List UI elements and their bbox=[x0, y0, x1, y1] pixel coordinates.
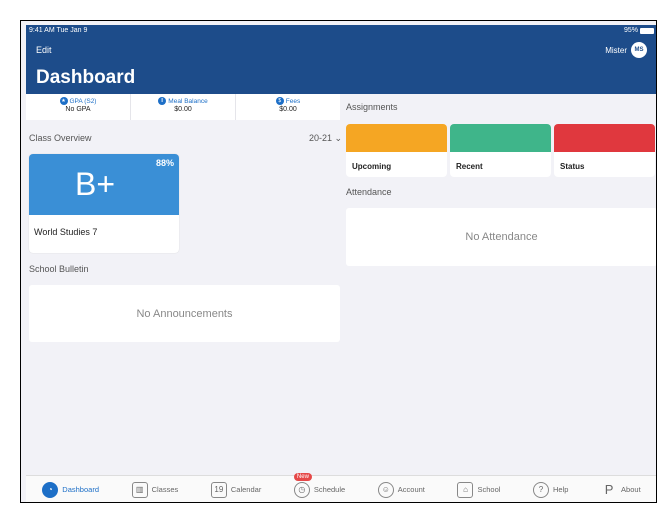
tab-dashboard[interactable]: ◔ Dashboard bbox=[42, 481, 99, 498]
tab-about[interactable]: P About bbox=[601, 482, 641, 498]
tab-label: Calendar bbox=[230, 485, 262, 494]
tab-label: Schedule bbox=[313, 485, 346, 494]
class-percent: 88% bbox=[155, 158, 174, 168]
tab-schedule[interactable]: New ◷ Schedule bbox=[293, 472, 346, 498]
class-name: World Studies 7 bbox=[34, 227, 98, 237]
status-time: 9:41 AM Tue Jan 9 bbox=[29, 27, 88, 34]
tab-label: Classes bbox=[151, 485, 179, 494]
account-icon: ☺ bbox=[377, 481, 394, 498]
stat-label: Meal Balance bbox=[168, 97, 208, 105]
assignment-card-recent[interactable]: Recent bbox=[450, 124, 551, 177]
assignments-row: Upcoming Recent Status bbox=[346, 124, 655, 177]
stats-bar: ★ GPA (S2) No GPA ‖ Meal Balance $0.00 $ Fe… bbox=[26, 94, 340, 120]
schedule-icon: ◷ bbox=[293, 481, 310, 498]
alert-icon bbox=[554, 124, 655, 152]
stat-meal-balance[interactable]: ‖ Meal Balance $0.00 bbox=[131, 94, 236, 120]
tab-label: School bbox=[477, 485, 501, 494]
tab-label: Dashboard bbox=[62, 485, 99, 494]
tab-calendar[interactable]: 19 Calendar bbox=[210, 481, 262, 498]
calendar-icon: 19 bbox=[210, 481, 227, 498]
bulletin-title: School Bulletin bbox=[29, 264, 89, 274]
header: 9:41 AM Tue Jan 9 95% Edit Mister MS Das… bbox=[26, 25, 656, 94]
screen: 9:41 AM Tue Jan 9 95% Edit Mister MS Das… bbox=[26, 25, 656, 502]
help-icon: ? bbox=[533, 481, 550, 498]
tab-classes[interactable]: ▥ Classes bbox=[131, 481, 179, 498]
assignment-label: Upcoming bbox=[352, 162, 392, 171]
class-card[interactable]: B+ 88% World Studies 7 bbox=[29, 154, 179, 253]
term-selector[interactable]: 20-21 ⌄ bbox=[309, 133, 342, 144]
attendance-panel: No Attendance bbox=[346, 208, 656, 266]
bulletin-panel: No Announcements bbox=[29, 285, 340, 342]
tab-label: Help bbox=[553, 485, 569, 494]
class-overview-title: Class Overview bbox=[29, 133, 92, 143]
dashboard-icon: ◔ bbox=[42, 481, 59, 498]
star-icon bbox=[346, 124, 447, 152]
tab-label: About bbox=[621, 485, 641, 494]
stat-value: $0.00 bbox=[279, 106, 297, 113]
term-label: 20-21 bbox=[309, 133, 333, 143]
bulletin-empty: No Announcements bbox=[136, 307, 233, 320]
assignment-label: Recent bbox=[456, 162, 483, 171]
classes-icon: ▥ bbox=[131, 481, 148, 498]
tab-help[interactable]: ? Help bbox=[533, 481, 569, 498]
user-name: Mister bbox=[605, 45, 627, 55]
tab-bar: ◔ Dashboard ▥ Classes 19 Calendar New ◷ Sched… bbox=[26, 472, 656, 502]
chevron-down-icon: ⌄ bbox=[334, 133, 343, 143]
app-frame: 9:41 AM Tue Jan 9 95% Edit Mister MS Das… bbox=[20, 20, 657, 503]
star-icon: ★ bbox=[59, 97, 68, 105]
stat-label: GPA (S2) bbox=[69, 97, 97, 105]
attendance-title: Attendance bbox=[346, 187, 392, 197]
status-indicators: 95% bbox=[624, 27, 654, 34]
dollar-icon: $ bbox=[275, 97, 284, 105]
tab-school[interactable]: ⌂ School bbox=[457, 481, 501, 498]
assignment-card-status[interactable]: Status bbox=[554, 124, 655, 177]
assignment-label: Status bbox=[560, 162, 585, 171]
user-menu[interactable]: Mister MS bbox=[605, 42, 647, 58]
assignment-card-upcoming[interactable]: Upcoming bbox=[346, 124, 447, 177]
utensils-icon: ‖ bbox=[158, 97, 167, 105]
stat-value: $0.00 bbox=[174, 106, 192, 113]
tab-label: Account bbox=[397, 485, 425, 494]
assignments-title: Assignments bbox=[346, 102, 398, 112]
new-badge: New bbox=[293, 472, 312, 481]
battery-icon bbox=[640, 27, 654, 34]
page-title: Dashboard bbox=[36, 67, 136, 88]
attendance-empty: No Attendance bbox=[465, 231, 538, 243]
checkmark-icon bbox=[450, 124, 551, 152]
stat-gpa[interactable]: ★ GPA (S2) No GPA bbox=[26, 94, 131, 120]
tab-account[interactable]: ☺ Account bbox=[377, 481, 425, 498]
avatar: MS bbox=[631, 42, 647, 58]
battery-percent: 95% bbox=[623, 27, 638, 34]
stat-label: Fees bbox=[285, 97, 301, 105]
class-grade: B+ bbox=[75, 166, 116, 202]
stat-value: No GPA bbox=[65, 106, 91, 113]
stat-fees[interactable]: $ Fees $0.00 bbox=[236, 94, 340, 120]
about-icon: P bbox=[604, 482, 614, 497]
edit-button[interactable]: Edit bbox=[36, 45, 52, 55]
school-icon: ⌂ bbox=[457, 481, 474, 498]
